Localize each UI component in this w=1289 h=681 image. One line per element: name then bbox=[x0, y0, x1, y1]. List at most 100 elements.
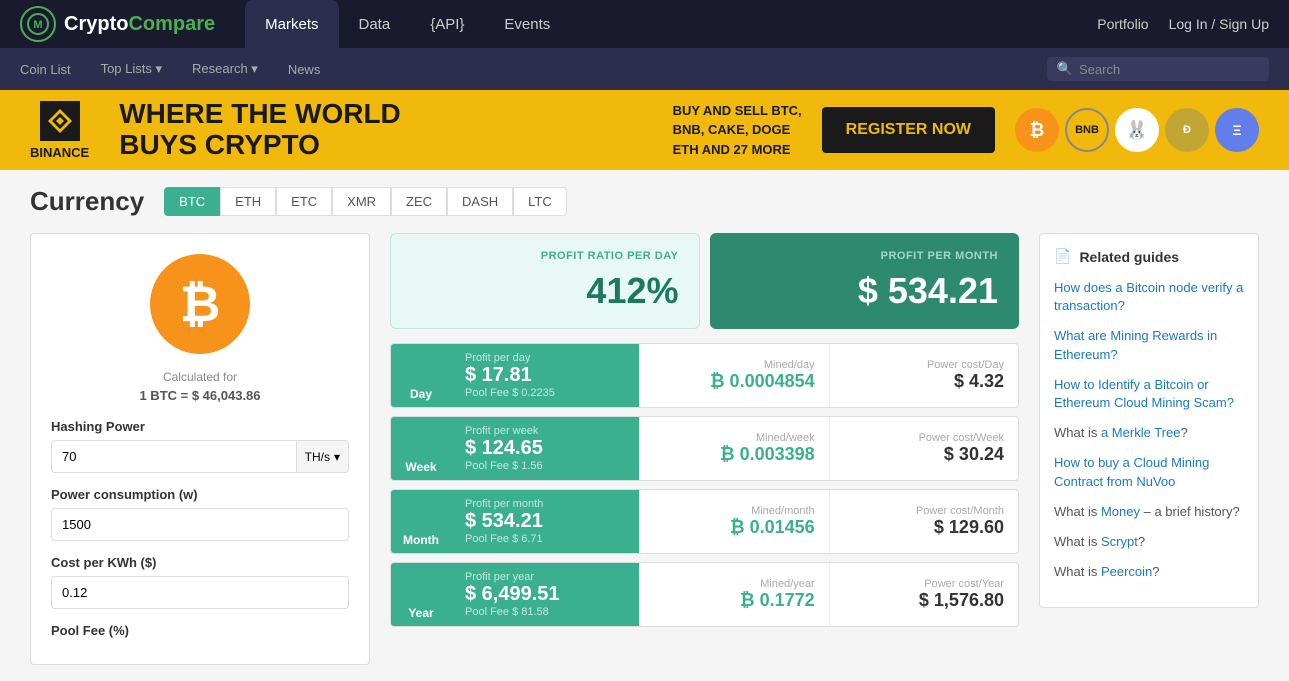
profit-row-day: Day Profit per day $ 17.81 Pool Fee $ 0.… bbox=[390, 343, 1019, 408]
pool-fee-1: Pool Fee $ 1.56 bbox=[465, 460, 625, 472]
search-input[interactable] bbox=[1079, 62, 1259, 77]
doge-icon: Ð bbox=[1165, 108, 1209, 152]
portfolio-link[interactable]: Portfolio bbox=[1097, 16, 1148, 32]
mined-value-3: ₿ 0.1772 bbox=[654, 590, 814, 611]
row-period-week: Week bbox=[391, 417, 451, 480]
tab-eth[interactable]: ETH bbox=[220, 187, 276, 216]
profit-row-week: Week Profit per week $ 124.65 Pool Fee $… bbox=[390, 416, 1019, 481]
power-section-0: Power cost/Day $ 4.32 bbox=[830, 344, 1018, 407]
top-navigation: M CryptoCompare Markets Data {API} Event… bbox=[0, 0, 1289, 48]
nav-api[interactable]: {API} bbox=[410, 0, 484, 48]
news-link[interactable]: News bbox=[288, 62, 321, 77]
hashing-unit-label: TH/s bbox=[305, 450, 330, 464]
right-panel: 📄 Related guides How does a Bitcoin node… bbox=[1039, 233, 1259, 665]
bnb-icon: BNB bbox=[1065, 108, 1109, 152]
currency-header: Currency BTC ETH ETC XMR ZEC DASH LTC bbox=[30, 186, 1259, 217]
profit-sub-3: Profit per year bbox=[465, 571, 625, 583]
scrypt-link[interactable]: Scrypt bbox=[1101, 534, 1138, 549]
tab-xmr[interactable]: XMR bbox=[332, 187, 391, 216]
document-icon: 📄 bbox=[1054, 248, 1071, 265]
power-value-2: $ 129.60 bbox=[844, 517, 1004, 538]
currency-tabs: BTC ETH ETC XMR ZEC DASH LTC bbox=[164, 187, 567, 216]
profit-ratio-value: 412% bbox=[411, 270, 679, 312]
guide-link-1[interactable]: How does a Bitcoin node verify a transac… bbox=[1054, 279, 1244, 315]
profit-row-year: Year Profit per year $ 6,499.51 Pool Fee… bbox=[390, 562, 1019, 627]
tab-dash[interactable]: DASH bbox=[447, 187, 513, 216]
row-period-day: Day bbox=[391, 344, 451, 407]
research-link[interactable]: Research ▾ bbox=[192, 61, 258, 77]
tab-zec[interactable]: ZEC bbox=[391, 187, 447, 216]
profit-month-card: PROFIT PER MONTH $ 534.21 bbox=[710, 233, 1020, 329]
row-content-2: Profit per month $ 534.21 Pool Fee $ 6.7… bbox=[451, 490, 1018, 553]
hashing-unit-select[interactable]: TH/s ▾ bbox=[296, 440, 349, 473]
profit-row-month: Month Profit per month $ 534.21 Pool Fee… bbox=[390, 489, 1019, 554]
search-box[interactable]: 🔍 bbox=[1047, 57, 1269, 81]
coinlist-link[interactable]: Coin List bbox=[20, 62, 71, 77]
binance-label: BINANCE bbox=[30, 145, 89, 160]
login-link[interactable]: Log In / Sign Up bbox=[1169, 16, 1269, 32]
mined-value-0: ₿ 0.0004854 bbox=[654, 371, 814, 392]
binance-logo: BINANCE bbox=[30, 101, 89, 160]
power-value-1: $ 30.24 bbox=[844, 444, 1004, 465]
guide-link-2[interactable]: What are Mining Rewards in Ethereum? bbox=[1054, 327, 1244, 363]
eth-icon: Ξ bbox=[1215, 108, 1259, 152]
peercoin-link[interactable]: Peercoin bbox=[1101, 564, 1152, 579]
mined-sub-3: Mined/year bbox=[654, 578, 814, 590]
pool-fee-3: Pool Fee $ 81.58 bbox=[465, 606, 625, 618]
profit-value-1: $ 124.65 bbox=[465, 437, 625, 460]
tab-ltc[interactable]: LTC bbox=[513, 187, 567, 216]
nav-events[interactable]: Events bbox=[484, 0, 570, 48]
profit-cards: PROFIT RATIO PER DAY 412% PROFIT PER MON… bbox=[390, 233, 1019, 329]
nav-data[interactable]: Data bbox=[339, 0, 411, 48]
power-section-2: Power cost/Month $ 129.60 bbox=[830, 490, 1018, 553]
hashing-power-input[interactable] bbox=[51, 440, 296, 473]
calc-rate: 1 BTC = $ 46,043.86 bbox=[51, 388, 349, 403]
guide-text-6: What is Money – a brief history? bbox=[1054, 503, 1244, 521]
profit-value-0: $ 17.81 bbox=[465, 364, 625, 387]
profit-ratio-label: PROFIT RATIO PER DAY bbox=[411, 250, 679, 262]
profit-value-3: $ 6,499.51 bbox=[465, 583, 625, 606]
profit-value-2: $ 534.21 bbox=[465, 510, 625, 533]
toplists-link[interactable]: Top Lists ▾ bbox=[101, 61, 162, 77]
guide-text-4: What is a Merkle Tree? bbox=[1054, 424, 1244, 442]
row-content-0: Profit per day $ 17.81 Pool Fee $ 0.2235… bbox=[451, 344, 1018, 407]
power-consumption-input[interactable] bbox=[51, 508, 349, 541]
power-section-3: Power cost/Year $ 1,576.80 bbox=[830, 563, 1018, 626]
profit-rows: Day Profit per day $ 17.81 Pool Fee $ 0.… bbox=[390, 343, 1019, 627]
left-panel: ₿ Calculated for 1 BTC = $ 46,043.86 Has… bbox=[30, 233, 370, 665]
guide-link-3[interactable]: How to Identify a Bitcoin or Ethereum Cl… bbox=[1054, 376, 1244, 412]
power-sub-3: Power cost/Year bbox=[844, 578, 1004, 590]
coin-icons: ₿ BNB 🐰 Ð Ξ bbox=[1015, 108, 1259, 152]
mined-section-2: Mined/month ₿ 0.01456 bbox=[640, 490, 829, 553]
power-section-1: Power cost/Week $ 30.24 bbox=[830, 417, 1018, 480]
main-panel: PROFIT RATIO PER DAY 412% PROFIT PER MON… bbox=[390, 233, 1019, 665]
cost-per-kwh-input[interactable] bbox=[51, 576, 349, 609]
main-nav-items: Markets Data {API} Events bbox=[245, 0, 1097, 48]
hashing-power-field: TH/s ▾ bbox=[51, 440, 349, 473]
nav-markets[interactable]: Markets bbox=[245, 0, 338, 48]
money-link[interactable]: Money bbox=[1101, 504, 1140, 519]
tab-etc[interactable]: ETC bbox=[276, 187, 332, 216]
row-period-year: Year bbox=[391, 563, 451, 626]
calculator-box: ₿ Calculated for 1 BTC = $ 46,043.86 Has… bbox=[30, 233, 370, 665]
guide-link-5[interactable]: How to buy a Cloud Mining Contract from … bbox=[1054, 454, 1244, 490]
bunny-icon: 🐰 bbox=[1115, 108, 1159, 152]
mined-section-3: Mined/year ₿ 0.1772 bbox=[640, 563, 829, 626]
mined-section-1: Mined/week ₿ 0.003398 bbox=[640, 417, 829, 480]
merkle-tree-link[interactable]: a Merkle Tree bbox=[1101, 425, 1180, 440]
profit-sub-1: Profit per week bbox=[465, 425, 625, 437]
guide-text-7: What is Scrypt? bbox=[1054, 533, 1244, 551]
profit-ratio-card: PROFIT RATIO PER DAY 412% bbox=[390, 233, 700, 329]
power-consumption-label: Power consumption (w) bbox=[51, 487, 349, 502]
hashing-power-label: Hashing Power bbox=[51, 419, 349, 434]
register-button[interactable]: REGISTER NOW bbox=[822, 107, 995, 153]
mined-sub-0: Mined/day bbox=[654, 359, 814, 371]
profit-section-2: Profit per month $ 534.21 Pool Fee $ 6.7… bbox=[451, 490, 640, 553]
power-value-3: $ 1,576.80 bbox=[844, 590, 1004, 611]
logo[interactable]: M CryptoCompare bbox=[20, 6, 215, 42]
chevron-down-icon: ▾ bbox=[334, 450, 340, 464]
row-content-1: Profit per week $ 124.65 Pool Fee $ 1.56… bbox=[451, 417, 1018, 480]
mined-section-0: Mined/day ₿ 0.0004854 bbox=[640, 344, 829, 407]
logo-text: CryptoCompare bbox=[64, 13, 215, 36]
tab-btc[interactable]: BTC bbox=[164, 187, 220, 216]
